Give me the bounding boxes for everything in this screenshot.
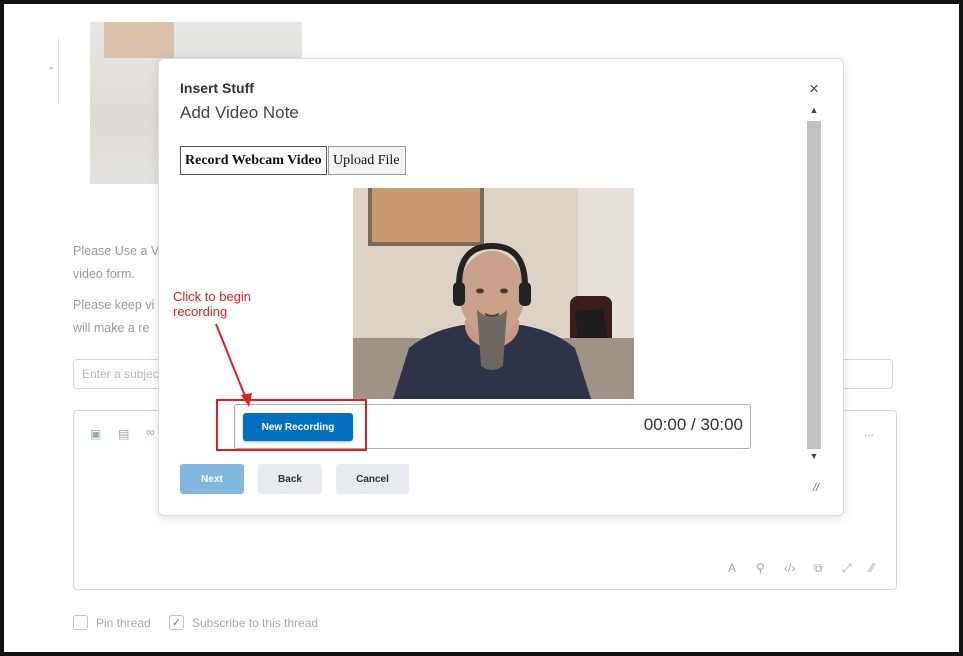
subscribe-checkbox[interactable]: ✓ Subscribe to this thread xyxy=(169,615,318,630)
more-options-icon[interactable]: ... xyxy=(864,425,874,439)
insert-image-icon[interactable]: ▤ xyxy=(118,427,129,441)
scrollbar-thumb[interactable] xyxy=(807,121,821,449)
screenshot-frame: ▸ Please Use a V video form. Please keep… xyxy=(0,0,963,656)
tab-upload-file[interactable]: Upload File xyxy=(328,146,406,175)
side-panel-handle[interactable]: ▸ xyxy=(50,38,59,104)
resize-handle-icon[interactable]: ⁄⁄ xyxy=(870,561,874,575)
checkbox-checked-icon[interactable]: ✓ xyxy=(169,615,184,630)
scroll-up-icon[interactable]: ▲ xyxy=(807,105,821,115)
accessibility-icon[interactable]: ⚲ xyxy=(756,561,765,575)
expand-arrow-icon: ▸ xyxy=(50,65,54,72)
dialog-resize-icon[interactable]: // xyxy=(813,482,819,494)
pin-thread-checkbox[interactable]: Pin thread xyxy=(73,615,151,630)
spellcheck-icon[interactable]: A xyxy=(728,561,736,575)
checkbox-empty-icon[interactable] xyxy=(73,615,88,630)
webcam-preview xyxy=(353,188,634,399)
back-button[interactable]: Back xyxy=(258,464,322,494)
annotation-highlight-box xyxy=(216,399,367,451)
dialog-title: Insert Stuff xyxy=(180,80,254,96)
annotation-text: Click to begin recording xyxy=(173,289,252,319)
fullscreen-icon[interactable]: ⤢ xyxy=(842,561,852,576)
recording-timer: 00:00 / 30:00 xyxy=(643,415,743,434)
preview-icon[interactable]: ⧉ xyxy=(814,561,823,576)
dialog-scrollbar[interactable]: ▲ ▼ xyxy=(807,103,821,463)
insert-video-icon[interactable]: ▣ xyxy=(90,427,101,441)
webcam-frame-image xyxy=(353,188,634,399)
annotation-arrow-icon xyxy=(215,323,252,407)
insert-stuff-dialog: Insert Stuff × Add Video Note ▲ ▼ Record… xyxy=(158,58,844,516)
dialog-subtitle: Add Video Note xyxy=(180,103,299,122)
insert-link-icon[interactable]: ∞ xyxy=(146,425,155,439)
source-code-icon[interactable]: ‹/› xyxy=(784,561,795,575)
tab-record-webcam-video[interactable]: Record Webcam Video xyxy=(180,146,327,175)
background-paragraph-2: Please keep vi will make a re xyxy=(73,298,155,335)
next-button[interactable]: Next xyxy=(180,464,244,494)
close-icon[interactable]: × xyxy=(809,80,819,97)
scroll-down-icon[interactable]: ▼ xyxy=(807,451,821,461)
background-paragraph-1: Please Use a V video form. xyxy=(73,244,160,281)
cancel-button[interactable]: Cancel xyxy=(336,464,409,494)
